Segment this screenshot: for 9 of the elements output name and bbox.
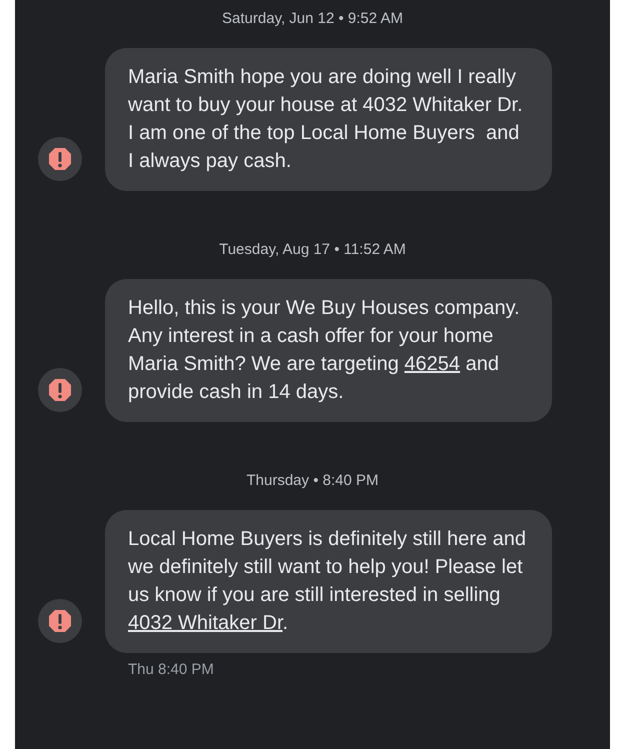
- address-link[interactable]: 4032 Whitaker Dr: [128, 612, 283, 634]
- address-link[interactable]: 46254: [404, 353, 460, 375]
- message-timestamp: Saturday, Jun 12 • 9:52 AM: [221, 9, 404, 29]
- message-bubble: Maria Smith hope you are doing well I really want to buy your house at 4032 Whitaker Dr. I am one of the top Local Home Buyers and I always pay cash.: [105, 48, 552, 191]
- message-bubble: Local Home Buyers is definitely still here and we definitely still want to help you! Please let us know if you are still interested in selling 4032 Whitaker Dr.: [105, 510, 552, 653]
- message-time: Thu 8:40 PM: [128, 661, 215, 678]
- message-timestamp: Thursday • 8:40 PM: [246, 471, 380, 491]
- message-timestamp: Tuesday, Aug 17 • 11:52 AM: [218, 240, 407, 260]
- message-bubble: Hello, this is your We Buy Houses company. Any interest in a cash offer for your home Maria Smith? We are targeting 46254 and provide cash in 14 days.: [105, 279, 552, 422]
